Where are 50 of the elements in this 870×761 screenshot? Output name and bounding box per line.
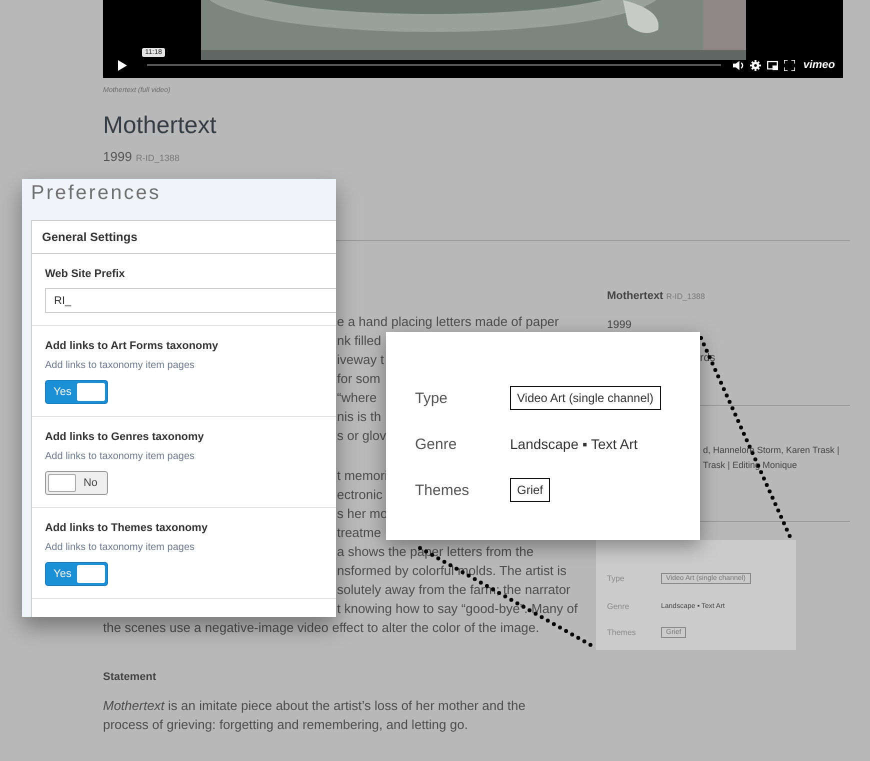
setting-label: Add links to Themes taxonomy [45, 522, 209, 534]
toggle-switch[interactable]: Yes [45, 562, 108, 586]
record-id: R-ID_1388 [666, 292, 705, 301]
description-text: t memori [337, 467, 388, 485]
credits-text: d, Hannelore Storm, Karen Trask | [703, 444, 840, 457]
field-label: Web Site Prefix [45, 268, 126, 280]
volume-icon[interactable] [733, 60, 744, 70]
work-title: Mothertext [607, 290, 664, 302]
setting-hint: Add links to taxonomy item pages [45, 451, 196, 462]
tag[interactable]: Video Art (single channel) [510, 386, 661, 410]
toggle-switch[interactable]: No [45, 471, 108, 495]
year-text: 1999 [103, 149, 132, 164]
description-text: ectronic [337, 486, 383, 504]
card-title: General Settings [32, 221, 336, 254]
field-value: Landscape ▪ Text Art [510, 436, 638, 452]
setting-hint: Add links to taxonomy item pages [45, 542, 196, 553]
field-label: Themes [415, 482, 470, 498]
description-text: treatme [337, 524, 382, 542]
description-text: nk filled [337, 332, 382, 350]
field-label: Genre [415, 436, 458, 452]
description-text: iveway t [337, 351, 384, 369]
brand-logo[interactable]: vimeo [803, 59, 835, 71]
fullscreen-icon[interactable] [784, 60, 796, 70]
field-label: Type [415, 390, 449, 406]
play-icon[interactable] [118, 60, 127, 70]
description-text: the scenes use a negative-image video effect to alter the color of the image. [103, 619, 540, 637]
setting-label: Add links to Genres taxonomy [45, 431, 205, 443]
description-text: nsformed by colorful molds. The artist is [337, 562, 567, 580]
setting-label: Add links to Art Forms taxonomy [45, 340, 220, 352]
statement-text: Mothertext is an imitate piece about the artist’s loss of her mother and the process of grieving: forgetting and remembering, and letting go. [103, 697, 526, 734]
description-text: for som [337, 370, 380, 388]
toggle-switch[interactable]: Yes [45, 380, 108, 404]
field-label: Genre [607, 602, 630, 610]
setting-hint: Add links to taxonomy item pages [45, 360, 196, 371]
settings-icon[interactable] [750, 60, 762, 70]
page-title: Mothertext [103, 112, 218, 140]
description-text: e a hand placing letters made of paper [337, 313, 559, 331]
prefix-input[interactable]: RI_ [45, 288, 336, 313]
description-text: nis is th [337, 408, 382, 426]
field-label: Themes [607, 628, 637, 636]
year-text: 1999 [607, 319, 632, 331]
description-text: s or glov [337, 427, 386, 445]
tag[interactable]: Grief [510, 478, 550, 502]
panel-title: Preferences [30, 181, 162, 206]
description-text: t knowing how to say “good-bye”. Many of [337, 600, 578, 618]
picture-in-picture-icon[interactable] [767, 60, 778, 70]
record-id: R-ID_1388 [136, 153, 180, 163]
description-text: “where [337, 389, 377, 407]
section-heading: Statement [103, 671, 158, 683]
field-label: Type [607, 574, 626, 582]
